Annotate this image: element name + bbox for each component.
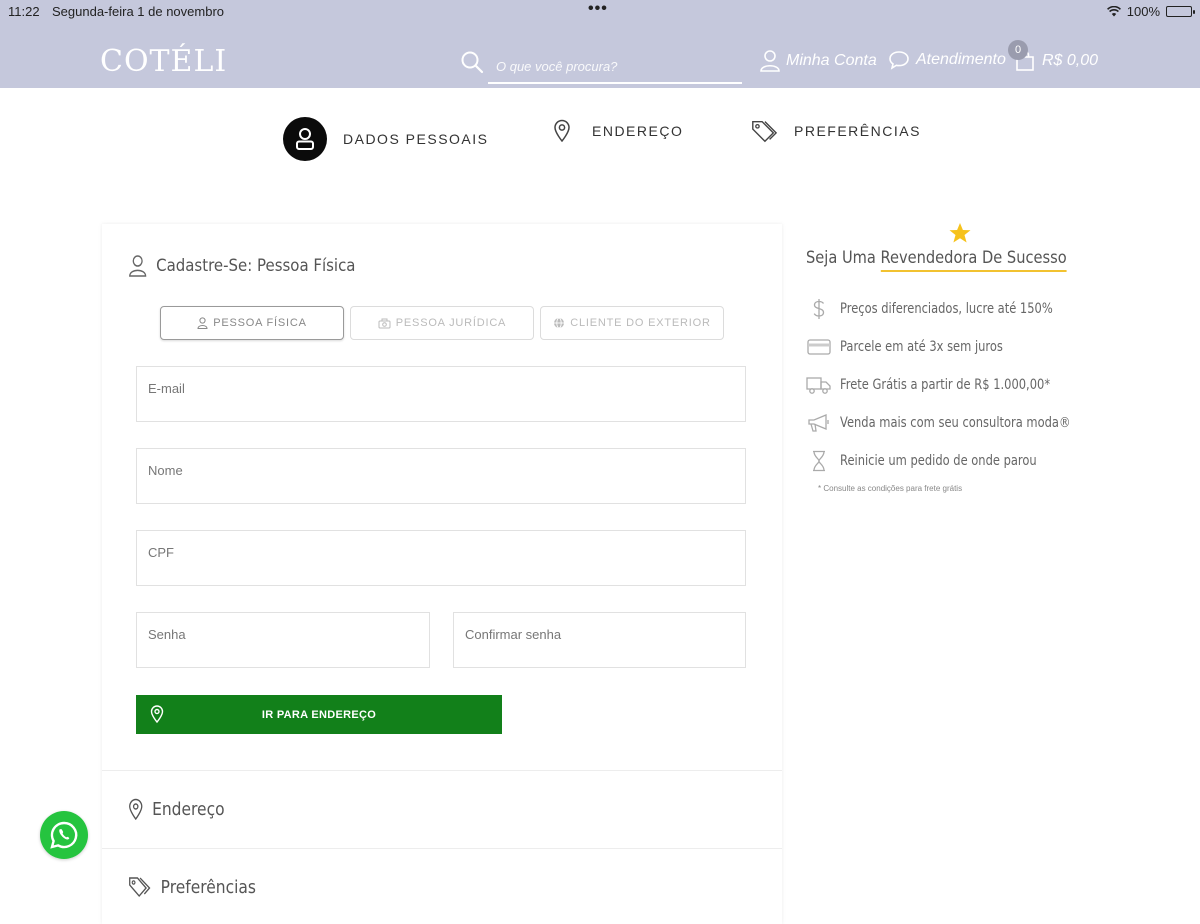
shipping-conditions-note: * Consulte as condições para frete gráti… [818,484,963,493]
section-preferences[interactable]: Preferências [128,876,256,898]
list-item: Parcele em até 3x sem juros [806,328,1121,366]
side-title-prefix: Seja Uma [806,248,881,268]
tags-icon [750,117,778,145]
cart-link[interactable]: 0 R$ 0,00 [1008,40,1099,72]
brand-logo[interactable]: COTÉLI [100,44,227,79]
step-preferences[interactable]: PREFERÊNCIAS [750,117,921,145]
step-address-label: ENDEREÇO [592,123,684,139]
tab-pessoa-juridica[interactable]: PESSOA JURÍDICA [350,306,534,340]
my-account-link[interactable]: Minha Conta [760,50,877,72]
cart-total: R$ 0,00 [1042,52,1099,69]
name-field[interactable] [136,448,746,504]
tab-pessoa-fisica-label: PESSOA FÍSICA [213,317,307,329]
map-pin-icon [548,117,576,145]
megaphone-icon [806,411,832,435]
section-divider [102,848,782,849]
step-personal-data[interactable]: DADOS PESSOAIS [283,117,488,161]
checkout-steps: DADOS PESSOAIS ENDEREÇO PREFERÊNCIAS [0,117,1200,163]
step-address[interactable]: ENDEREÇO [548,117,683,145]
support-label: Atendimento [916,51,1006,68]
status-bar: 11:22 Segunda-feira 1 de novembro ••• 10… [0,0,1200,24]
benefit-text: Venda mais com seu consultora moda® [840,415,1071,431]
search-input[interactable] [496,54,736,78]
search-underline [488,82,742,84]
go-to-address-label: IR PARA ENDEREÇO [261,708,377,721]
user-icon [197,317,208,329]
top-bar: 11:22 Segunda-feira 1 de novembro ••• 10… [0,0,1200,88]
tags-icon [129,877,151,898]
go-to-address-button[interactable]: IR PARA ENDEREÇO [136,695,502,734]
section-divider [102,770,782,771]
form-title: Cadastre-Se: Pessoa Física [128,254,355,278]
side-title: Seja Uma Revendedora De Sucesso [806,248,1067,272]
tab-pessoa-fisica[interactable]: PESSOA FÍSICA [160,306,344,340]
email-field[interactable] [136,366,746,422]
truck-icon [806,373,832,397]
tab-pessoa-juridica-label: PESSOA JURÍDICA [395,317,507,329]
step-preferences-label: PREFERÊNCIAS [794,123,921,139]
section-address[interactable]: Endereço [128,798,225,820]
dollar-icon [806,297,832,321]
status-right: 100% [1106,4,1195,19]
list-item: Venda mais com seu consultora moda® [806,404,1121,442]
list-item: Frete Grátis a partir de R$ 1.000,00* [806,366,1121,404]
wifi-icon [1106,6,1121,17]
benefit-text: Frete Grátis a partir de R$ 1.000,00* [840,377,1051,393]
form-title-text: Cadastre-Se: Pessoa Física [156,256,356,276]
benefits-list: Preços diferenciados, lucre até 150% Par… [806,290,1121,480]
whatsapp-button[interactable] [40,811,88,859]
my-account-label: Minha Conta [786,52,877,69]
multitask-dots[interactable]: ••• [588,0,608,18]
section-address-label: Endereço [152,798,225,820]
battery-icon [1166,6,1195,17]
globe-icon [554,317,565,329]
side-title-highlight: Revendedora De Sucesso [880,248,1067,272]
tab-cliente-exterior[interactable]: CLIENTE DO EXTERIOR [540,306,724,340]
status-date: Segunda-feira 1 de novembro [52,4,225,19]
cart-count-badge: 0 [1008,40,1028,60]
cpf-field[interactable] [136,530,746,586]
list-item: Reinicie um pedido de onde parou [806,442,1121,480]
status-time: 11:22 [8,4,40,19]
hourglass-icon [806,449,832,473]
map-pin-icon [150,705,164,723]
support-link[interactable]: Atendimento [888,50,1006,70]
chat-bubble-icon [889,51,909,70]
step-personal-data-badge [283,117,327,161]
confirm-password-field[interactable] [453,612,746,668]
whatsapp-icon [50,821,78,849]
camera-icon [378,318,391,328]
benefit-text: Reinicie um pedido de onde parou [840,453,1037,469]
step-personal-data-label: DADOS PESSOAIS [343,131,489,147]
customer-type-tabs: PESSOA FÍSICA PESSOA JURÍDICA CLIENTE DO… [160,306,724,340]
password-field[interactable] [136,612,430,668]
battery-percent: 100% [1126,4,1160,19]
benefit-text: Parcele em até 3x sem juros [840,339,1003,355]
search-icon[interactable] [460,50,484,74]
credit-card-icon [806,335,832,359]
star-icon [949,223,971,243]
registration-card: Cadastre-Se: Pessoa Física PESSOA FÍSICA… [102,224,782,924]
user-icon [296,128,314,150]
map-pin-icon [129,798,143,820]
benefit-text: Preços diferenciados, lucre até 150% [840,301,1053,317]
list-item: Preços diferenciados, lucre até 150% [806,290,1121,328]
user-icon [129,255,147,277]
section-preferences-label: Preferências [160,876,256,898]
search-bar [460,50,742,84]
tab-cliente-exterior-label: CLIENTE DO EXTERIOR [570,317,711,329]
user-icon [760,50,780,72]
